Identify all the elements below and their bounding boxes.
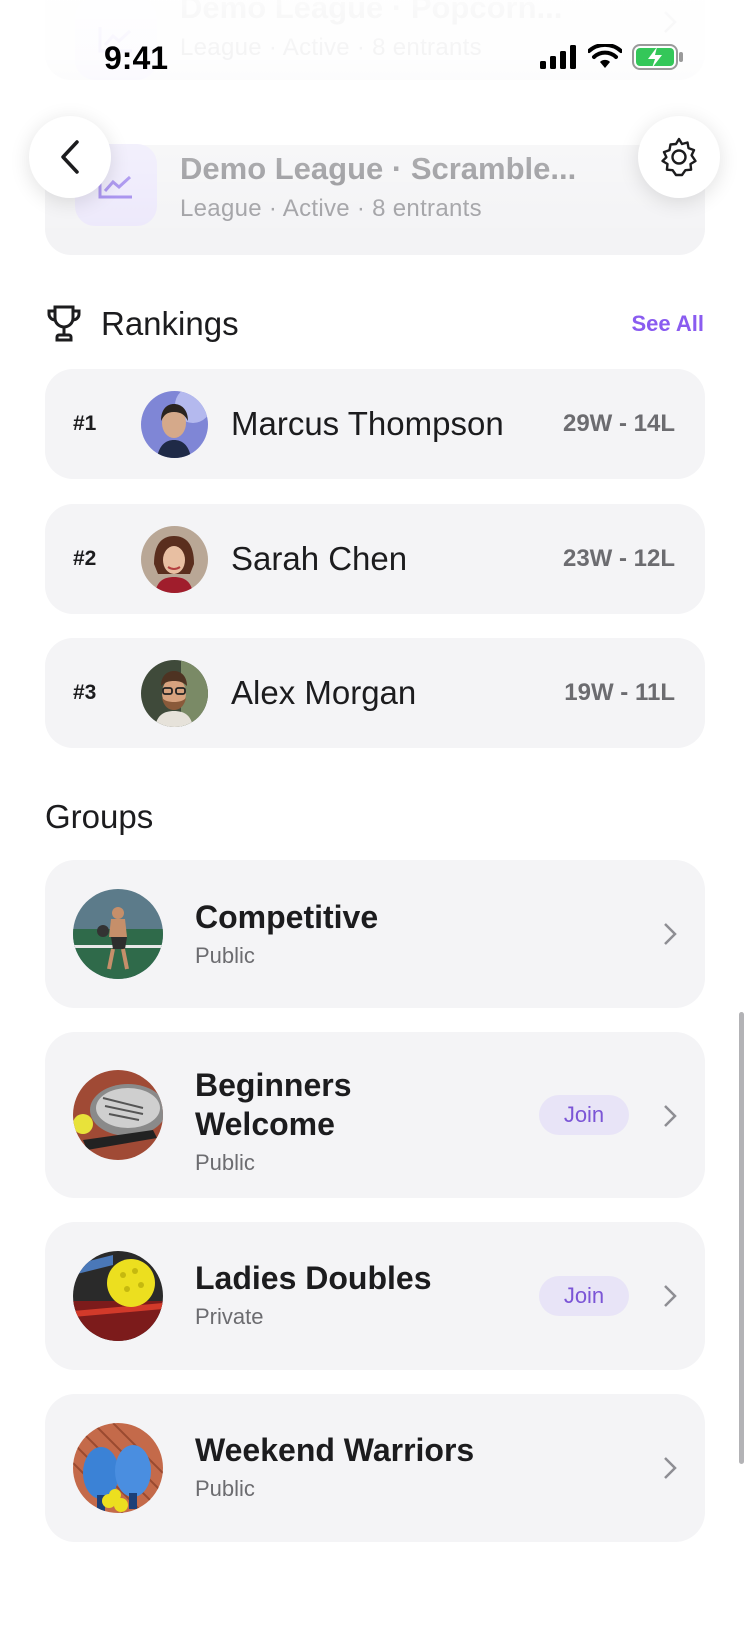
group-visibility: Public: [195, 1150, 255, 1175]
rank-number: #2: [73, 547, 97, 570]
win-loss-record: 19W - 11L: [564, 679, 675, 706]
league-card-scramble[interactable]: Demo League · Scramble... League · Activ…: [45, 144, 705, 255]
rankings-title: Rankings: [101, 305, 239, 342]
group-avatar: [73, 1423, 163, 1513]
group-visibility: Private: [195, 1304, 264, 1329]
win-loss-record: 29W - 14L: [562, 410, 675, 437]
league-subtitle: League · Active · 8 entrants: [180, 195, 482, 222]
group-card-beginners-welcome[interactable]: Beginners Welcome Public Join: [45, 1032, 705, 1198]
status-icons: [540, 44, 684, 70]
cellular-signal-icon: [540, 45, 576, 69]
league-subtitle: League · Active · 8 entrants: [180, 34, 482, 61]
battery-charging-icon: [632, 44, 683, 70]
rank-number: #1: [73, 412, 97, 435]
group-name: Ladies Doubles: [195, 1260, 432, 1296]
avatar: [141, 526, 208, 593]
league-title: Demo League · Popcorn...: [180, 0, 563, 25]
group-name-line2: Welcome: [195, 1106, 335, 1142]
group-name-line1: Beginners: [195, 1067, 352, 1103]
group-card-weekend-warriors[interactable]: Weekend Warriors Public: [45, 1394, 705, 1542]
groups-title: Groups: [45, 798, 154, 835]
player-name: Marcus Thompson: [231, 405, 504, 442]
group-name: Competitive: [195, 899, 379, 935]
settings-button[interactable]: [638, 116, 720, 198]
player-name: Alex Morgan: [231, 674, 417, 711]
avatar: [141, 660, 208, 727]
wifi-icon: [588, 44, 622, 68]
group-visibility: Public: [195, 943, 255, 968]
chevron-right-icon: [663, 10, 677, 39]
status-time: 9:41: [104, 40, 169, 76]
gear-icon: [661, 137, 697, 177]
group-detail-screen: Demo League · Popcorn... League · Active…: [0, 0, 750, 1631]
chevron-left-icon: [61, 140, 79, 174]
ranking-row[interactable]: #1 Marcus Thompson 29W - 14L: [45, 369, 705, 479]
chevron-right-icon: [663, 922, 677, 951]
win-loss-record: 23W - 12L: [562, 545, 675, 572]
group-card-ladies-doubles[interactable]: Ladies Doubles Private Join: [45, 1222, 705, 1370]
group-avatar: [73, 1251, 163, 1341]
join-button[interactable]: Join: [539, 1276, 629, 1316]
player-name: Sarah Chen: [231, 540, 408, 577]
scrollbar[interactable]: [739, 1012, 744, 1464]
avatar: [141, 391, 208, 458]
ranking-row[interactable]: #3 Alex Morgan 19W - 11L: [45, 638, 705, 748]
chevron-right-icon: [663, 1284, 677, 1313]
group-card-competitive[interactable]: Competitive Public: [45, 860, 705, 1008]
rank-number: #3: [73, 681, 97, 704]
chevron-right-icon: [663, 1456, 677, 1485]
see-all-link[interactable]: See All: [631, 311, 704, 337]
chevron-right-icon: [663, 1104, 677, 1133]
join-button[interactable]: Join: [539, 1095, 629, 1135]
ranking-row[interactable]: #2 Sarah Chen 23W - 12L: [45, 504, 705, 614]
league-title: Demo League · Scramble...: [180, 151, 577, 186]
group-avatar: [73, 1070, 163, 1160]
group-visibility: Public: [195, 1476, 255, 1501]
back-button[interactable]: [29, 116, 111, 198]
trophy-icon: [46, 304, 82, 349]
group-avatar: [73, 889, 163, 979]
group-name: Weekend Warriors: [195, 1432, 475, 1468]
